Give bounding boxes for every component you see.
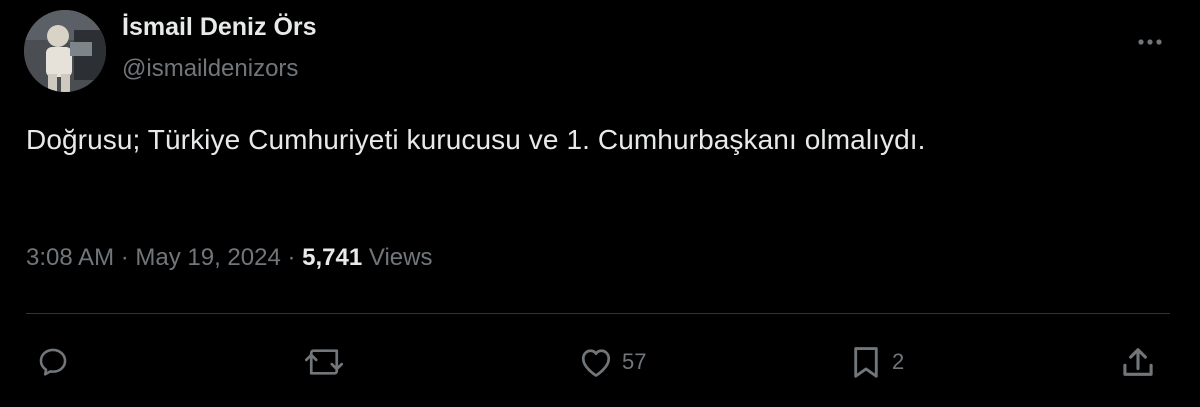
author-handle[interactable]: @ismaildenizors: [122, 55, 298, 83]
avatar[interactable]: [24, 10, 106, 92]
more-options-button[interactable]: [1130, 28, 1170, 56]
retweet-icon: [304, 349, 344, 375]
share-icon: [1123, 348, 1153, 376]
reply-button[interactable]: [36, 340, 78, 384]
share-button[interactable]: [1118, 340, 1158, 384]
more-options-icon: [1138, 39, 1162, 45]
bookmark-button[interactable]: 2: [848, 340, 904, 384]
tweet-meta: 3:08 AM · May 19, 2024 · 5,741 Views: [26, 244, 432, 272]
meta-separator: ·: [280, 244, 303, 271]
like-button[interactable]: 57: [578, 340, 646, 384]
views-count: 5,741: [302, 244, 363, 271]
tweet-time[interactable]: 3:08 AM: [26, 244, 114, 271]
tweet-card: İsmail Deniz Örs @ismaildenizors Doğrusu…: [0, 0, 1200, 407]
author-display-name[interactable]: İsmail Deniz Örs: [122, 13, 317, 42]
heart-icon: [581, 349, 611, 377]
reply-icon: [39, 348, 67, 376]
tweet-date[interactable]: May 19, 2024: [135, 244, 280, 271]
views-label: Views: [362, 244, 433, 271]
retweet-button[interactable]: [302, 340, 354, 384]
like-count: 57: [622, 349, 647, 374]
meta-separator: ·: [114, 244, 136, 271]
bookmark-icon: [854, 347, 878, 378]
bookmark-count: 2: [892, 349, 905, 374]
divider: [26, 313, 1170, 314]
avatar-photo-icon: [24, 10, 106, 92]
tweet-text: Doğrusu; Türkiye Cumhuriyeti kurucusu ve…: [26, 124, 926, 155]
